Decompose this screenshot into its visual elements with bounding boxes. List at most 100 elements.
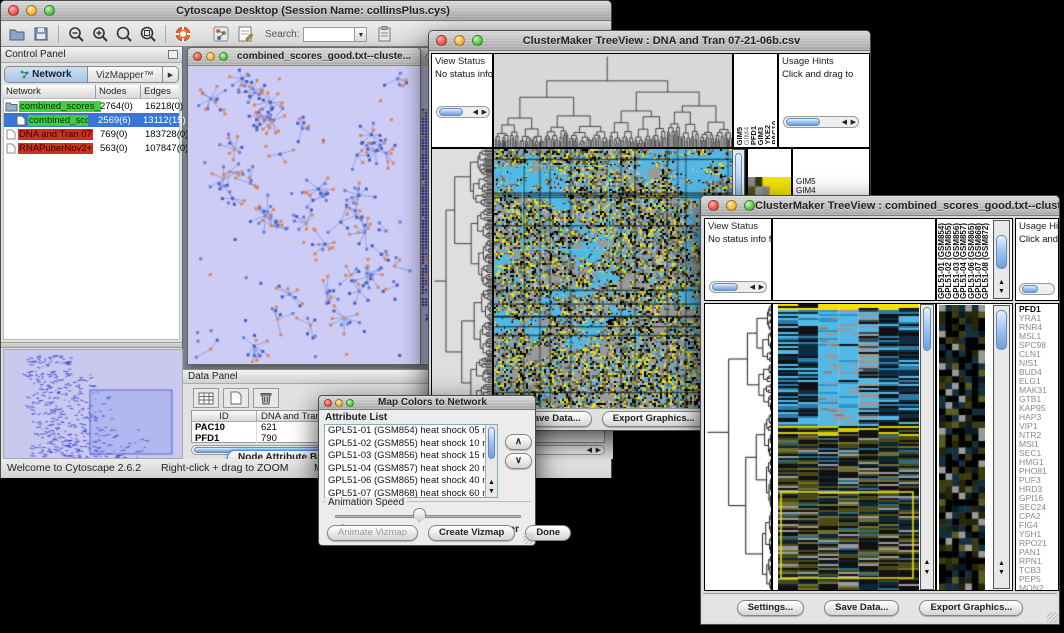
move-up-button[interactable]: ∧ — [505, 434, 532, 450]
tv2-usage-hscrollbar[interactable] — [1019, 283, 1055, 295]
dialog-button[interactable]: Create Vizmap — [428, 525, 515, 541]
gene-label[interactable]: PFD1 — [1019, 305, 1047, 314]
gene-label[interactable]: GTB1 — [1019, 395, 1047, 404]
global-heatmap[interactable] — [778, 304, 919, 590]
gene-label[interactable]: FIG4 — [1019, 521, 1047, 530]
attribute-item[interactable]: GPL51-06 (GSM865) heat shock 40 min — [328, 475, 497, 488]
scroll-right-icon[interactable]: ▶ — [596, 447, 601, 454]
tab-network[interactable]: Network — [4, 66, 88, 83]
speed-slider-thumb[interactable] — [413, 508, 426, 522]
scroll-right-icon[interactable]: ▶ — [759, 284, 764, 291]
network-row[interactable]: DNA and Tran 07 769(0) 183728(0) — [4, 127, 179, 141]
gene-label[interactable]: PUF3 — [1019, 476, 1047, 485]
gene-label[interactable]: TCB3 — [1019, 566, 1047, 575]
scroll-left-icon[interactable]: ◀ — [750, 284, 755, 291]
delete-attribute-button[interactable] — [253, 388, 279, 408]
scrollbar-thumb[interactable] — [1022, 285, 1038, 293]
scroll-right-icon[interactable]: ▶ — [482, 109, 487, 116]
scroll-left-icon[interactable]: ◀ — [842, 119, 847, 126]
gene-label[interactable]: PEP5 — [1019, 575, 1047, 584]
gene-label[interactable]: RNR4 — [1019, 323, 1047, 332]
gene-label[interactable]: SEC24 — [1019, 503, 1047, 512]
treeview-button[interactable]: Save Data... — [824, 600, 899, 616]
tv2-status-hscrollbar[interactable]: ◀ ▶ — [709, 281, 767, 293]
gene-label[interactable]: MSI1 — [1019, 440, 1047, 449]
scroll-down-icon[interactable]: ▼ — [994, 569, 1009, 577]
search-dropdown-arrow[interactable]: ▼ — [355, 27, 367, 42]
dialog-button[interactable]: Animate Vizmap — [327, 525, 418, 541]
gene-label[interactable]: RPO21 — [1019, 539, 1047, 548]
tv2-zoom-vscrollbar[interactable]: ▲ ▼ — [993, 305, 1010, 589]
attribute-list-vscrollbar[interactable]: ▲ ▼ — [485, 425, 497, 497]
attribute-item[interactable]: GPL51-02 (GSM855) heat shock 10 min — [328, 438, 497, 451]
gene-label[interactable]: NTR2 — [1019, 431, 1047, 440]
scroll-up-icon[interactable]: ▲ — [486, 479, 497, 487]
zoom-window-icon[interactable] — [472, 35, 483, 46]
minimize-icon[interactable] — [206, 52, 215, 61]
annotation-button[interactable] — [233, 23, 257, 45]
gene-label[interactable]: CLN1 — [1019, 350, 1047, 359]
gene-label[interactable]: HMG1 — [1019, 458, 1047, 467]
gene-label[interactable]: ELG1 — [1019, 377, 1047, 386]
treeview-button[interactable]: Export Graphics... — [602, 411, 706, 427]
gene-label[interactable]: VIP1 — [1019, 422, 1047, 431]
scrollbar-thumb[interactable] — [996, 310, 1007, 350]
minimize-icon[interactable] — [26, 5, 37, 16]
gene-label[interactable]: HAP3 — [1019, 413, 1047, 422]
birdseye-overview[interactable] — [3, 349, 183, 459]
row-dendrogram[interactable] — [432, 149, 492, 408]
minimize-icon[interactable] — [335, 399, 343, 407]
gene-label[interactable]: GPI16 — [1019, 494, 1047, 503]
minimize-icon[interactable] — [454, 35, 465, 46]
scrollbar-thumb[interactable] — [786, 118, 820, 126]
zoom-fit-button[interactable] — [136, 23, 160, 45]
treeview-button[interactable]: Settings... — [737, 600, 804, 616]
child-title-bar[interactable]: combined_scores_good.txt--cluste... — [188, 48, 420, 66]
treeview-button[interactable]: Export Graphics... — [919, 600, 1023, 616]
panel-splitter[interactable] — [1, 342, 182, 348]
scrollbar-thumb[interactable] — [923, 307, 931, 351]
scroll-up-icon[interactable]: ▲ — [994, 560, 1009, 568]
zoom-out-button[interactable] — [64, 23, 88, 45]
global-heatmap[interactable] — [494, 149, 732, 408]
zoom-window-icon[interactable] — [346, 399, 354, 407]
float-panel-icon[interactable] — [168, 50, 178, 59]
zoom-heatmap[interactable] — [939, 305, 985, 590]
zoom-window-icon[interactable] — [44, 5, 55, 16]
gene-label[interactable]: MON2 — [1019, 584, 1047, 591]
scrollbar-thumb[interactable] — [712, 283, 738, 291]
scroll-right-icon[interactable]: ▶ — [851, 119, 856, 126]
scroll-down-icon[interactable]: ▼ — [486, 488, 497, 496]
scroll-left-icon[interactable]: ◀ — [473, 109, 478, 116]
close-icon[interactable] — [436, 35, 447, 46]
network-manager-button[interactable] — [209, 23, 233, 45]
attribute-item[interactable]: GPL51-03 (GSM856) heat shock 15 min — [328, 450, 497, 463]
scrollbar-thumb[interactable] — [996, 235, 1007, 269]
scrollbar-thumb[interactable] — [488, 427, 495, 459]
gene-label[interactable]: NIS1 — [1019, 359, 1047, 368]
tv2-labels-vscrollbar[interactable]: ▲ ▼ — [993, 220, 1010, 299]
scroll-down-icon[interactable]: ▼ — [994, 288, 1009, 296]
zoom-selected-button[interactable] — [112, 23, 136, 45]
scroll-left-icon[interactable]: ◀ — [587, 447, 592, 454]
save-session-button[interactable] — [29, 23, 53, 45]
gene-label[interactable]: SPC98 — [1019, 341, 1047, 350]
zoom-window-icon[interactable] — [744, 200, 755, 211]
gene-label[interactable]: YRA1 — [1019, 314, 1047, 323]
gene-label[interactable]: CPA2 — [1019, 512, 1047, 521]
tv2-heatmap-vscrollbar[interactable]: ▲ ▼ — [920, 304, 934, 590]
network-row-selected[interactable]: combined_sco 2569(6) 13112(15) — [4, 113, 179, 127]
row-dendrogram[interactable] — [705, 304, 771, 590]
attribute-item[interactable]: GPL51-01 (GSM854) heat shock 05 min — [328, 425, 497, 438]
zoom-window-icon[interactable] — [219, 52, 228, 61]
main-title-bar[interactable]: Cytoscape Desktop (Session Name: collins… — [1, 1, 611, 21]
zoom-in-button[interactable] — [88, 23, 112, 45]
tv1-status-hscrollbar[interactable]: ◀ ▶ — [436, 106, 490, 118]
search-input[interactable] — [303, 27, 355, 42]
gene-label[interactable]: YSH1 — [1019, 530, 1047, 539]
column-dendrogram[interactable] — [494, 54, 732, 147]
gene-label[interactable]: GIM5 — [796, 178, 821, 187]
network-row[interactable]: RNAPuberNov2+ 563(0) 107847(0) — [4, 141, 179, 155]
gene-label[interactable]: SEC1 — [1019, 449, 1047, 458]
scroll-up-icon[interactable]: ▲ — [994, 279, 1009, 287]
